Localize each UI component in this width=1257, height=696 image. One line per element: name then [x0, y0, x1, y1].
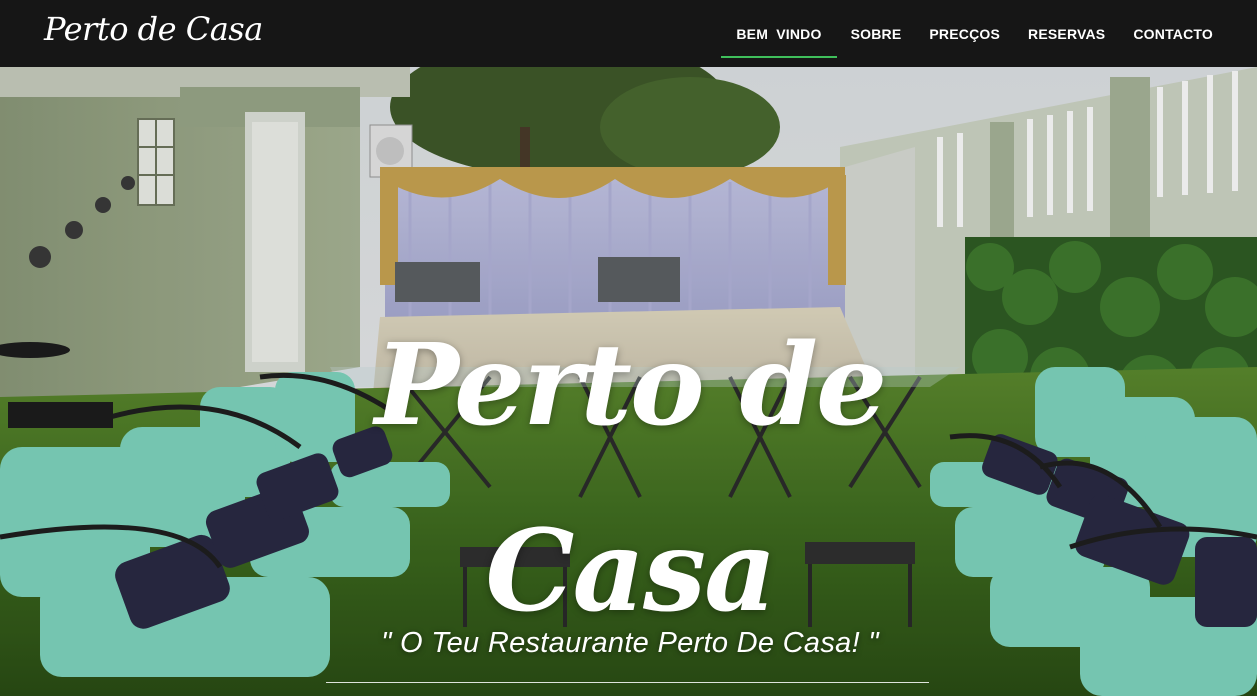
nav-item-sobre[interactable]: SOBRE [837, 0, 916, 67]
nav-item-bem-vindo[interactable]: BEM VINDO [721, 0, 837, 67]
nav-item-precos[interactable]: PRECÇOS [915, 0, 1014, 67]
brand-logo[interactable]: Perto de Casa [44, 10, 263, 48]
nav-menu: BEM VINDO SOBRE PRECÇOS RESERVAS CONTACT… [721, 0, 1227, 67]
nav-item-contacto[interactable]: CONTACTO [1119, 0, 1227, 67]
hero-section: Perto de Casa " O Teu Restaurante Perto … [0, 67, 1257, 696]
nav-item-reservas[interactable]: RESERVAS [1014, 0, 1119, 67]
hero-divider [326, 682, 929, 683]
hero-title-line-1: Perto de [374, 320, 887, 451]
navbar: Perto de Casa BEM VINDO SOBRE PRECÇOS RE… [0, 0, 1257, 67]
hero-title: Perto de Casa [280, 293, 980, 665]
hero-tagline: " O Teu Restaurante Perto De Casa! " [381, 627, 879, 659]
